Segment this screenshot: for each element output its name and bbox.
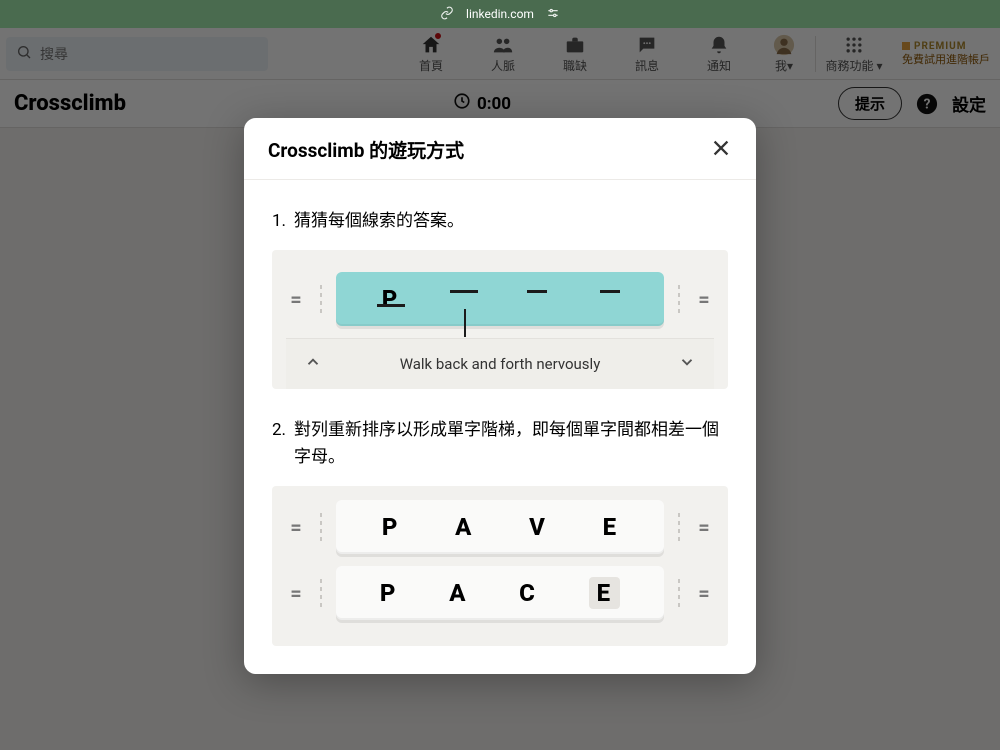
tune-icon[interactable] bbox=[546, 6, 560, 23]
illustration-1: = P = Walk back and forth nervou bbox=[272, 250, 728, 389]
clue-bar: Walk back and forth nervously bbox=[286, 338, 714, 389]
drag-handle-icon: = bbox=[694, 581, 714, 605]
clue-text: Walk back and forth nervously bbox=[400, 355, 601, 373]
text-cursor bbox=[464, 309, 466, 337]
instruction-step-1: 1. 猜猜每個線索的答案。 = P = bbox=[272, 208, 728, 389]
how-to-play-modal: Crossclimb 的遊玩方式 1. 猜猜每個線索的答案。 = P bbox=[244, 118, 756, 674]
word-row: P A V E bbox=[336, 500, 664, 554]
word-row: P A C E bbox=[336, 566, 664, 620]
browser-url: linkedin.com bbox=[466, 7, 534, 21]
modal-title: Crossclimb 的遊玩方式 bbox=[268, 136, 464, 163]
drag-handle-icon: = bbox=[286, 287, 306, 311]
answer-input-row: P bbox=[336, 272, 664, 326]
chevron-down-icon[interactable] bbox=[678, 353, 696, 375]
close-button[interactable] bbox=[710, 137, 732, 163]
divider-dash bbox=[320, 285, 322, 313]
chevron-up-icon[interactable] bbox=[304, 353, 322, 375]
drag-handle-icon: = bbox=[694, 287, 714, 311]
browser-url-bar: linkedin.com bbox=[0, 0, 1000, 28]
highlighted-letter: E bbox=[589, 577, 620, 609]
drag-handle-icon: = bbox=[286, 581, 306, 605]
drag-handle-icon: = bbox=[694, 515, 714, 539]
drag-handle-icon: = bbox=[286, 515, 306, 539]
illustration-2: = P A V E = = P A bbox=[272, 486, 728, 646]
instruction-step-2: 2. 對列重新排序以形成單字階梯，即每個單字間都相差一個字母。 = P A V … bbox=[272, 417, 728, 646]
link-icon bbox=[440, 6, 454, 23]
